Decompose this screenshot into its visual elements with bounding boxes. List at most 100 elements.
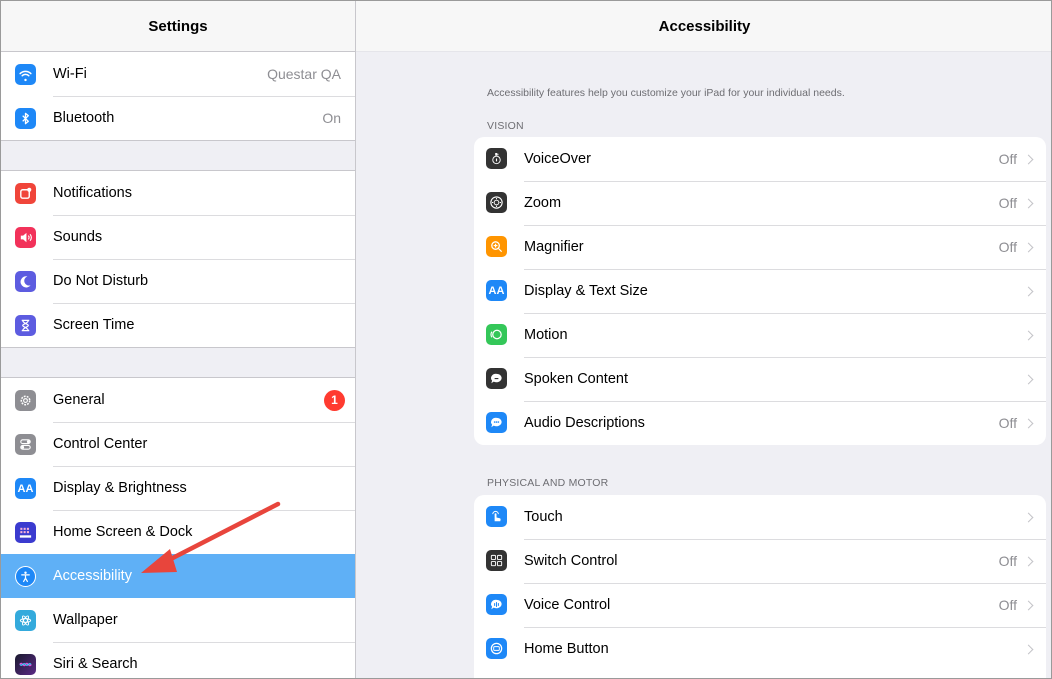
audio-description-icon	[486, 412, 507, 433]
physical-motor-settings-group: Touch Switch Control Off Voice Control O…	[474, 495, 1046, 678]
row-value: Off	[999, 415, 1034, 431]
bluetooth-status-value: On	[322, 110, 341, 126]
sidebar-item-label: Wallpaper	[53, 612, 118, 628]
gear-icon	[15, 390, 36, 411]
sidebar-group-system: General 1 Control Center AA Display & Br…	[1, 377, 355, 678]
sidebar-item-screen-time[interactable]: Screen Time	[1, 303, 355, 347]
row-value: Off	[999, 195, 1034, 211]
row-label: Spoken Content	[524, 371, 628, 387]
row-voiceover[interactable]: VoiceOver Off	[474, 137, 1046, 181]
page-description: Accessibility features help you customiz…	[487, 87, 845, 99]
row-touch[interactable]: Touch	[474, 495, 1046, 539]
vision-settings-group: VoiceOver Off Zoom Off Magnifier Off AA …	[474, 137, 1046, 445]
sidebar-item-general[interactable]: General 1	[1, 378, 355, 422]
row-audio-descriptions[interactable]: Audio Descriptions Off	[474, 401, 1046, 445]
row-label: Magnifier	[524, 239, 584, 255]
sidebar-item-accessibility[interactable]: Accessibility	[1, 554, 355, 598]
row-value	[1017, 286, 1034, 296]
chevron-right-icon	[1023, 512, 1034, 522]
row-label: Touch	[524, 509, 563, 525]
row-zoom[interactable]: Zoom Off	[474, 181, 1046, 225]
sidebar-item-label: Control Center	[53, 436, 148, 452]
row-magnifier[interactable]: Magnifier Off	[474, 225, 1046, 269]
sidebar-group-connectivity: Wi-Fi Questar QA Bluetooth On	[1, 52, 355, 141]
sidebar-item-label: General	[53, 392, 105, 408]
toggles-icon	[15, 434, 36, 455]
row-switch-control[interactable]: Switch Control Off	[474, 539, 1046, 583]
chevron-right-icon	[1023, 154, 1034, 164]
wifi-icon	[15, 64, 36, 85]
sidebar-item-label: Siri & Search	[53, 656, 138, 672]
row-value	[1017, 512, 1034, 522]
speech-bubble-icon	[486, 368, 507, 389]
sidebar-item-siri-search[interactable]: Siri & Search	[1, 642, 355, 678]
row-label: Zoom	[524, 195, 562, 211]
sidebar-item-wifi[interactable]: Wi-Fi Questar QA	[1, 52, 355, 96]
chevron-right-icon	[1023, 644, 1034, 654]
grid-icon	[15, 522, 36, 543]
sounds-icon	[15, 227, 36, 248]
motion-icon	[486, 324, 507, 345]
section-title-vision: VISION	[487, 120, 524, 132]
sidebar-item-label: Screen Time	[53, 317, 135, 333]
sidebar-item-sounds[interactable]: Sounds	[1, 215, 355, 259]
row-value: Off	[999, 151, 1034, 167]
notification-badge: 1	[324, 389, 345, 411]
moon-icon	[15, 271, 36, 292]
sidebar-item-home-screen-dock[interactable]: Home Screen & Dock	[1, 510, 355, 554]
hourglass-icon	[15, 315, 36, 336]
sidebar-item-display-brightness[interactable]: AA Display & Brightness	[1, 466, 355, 510]
page-title: Accessibility	[356, 1, 1051, 52]
row-home-button[interactable]: Home Button	[474, 627, 1046, 671]
sidebar-item-label: Home Screen & Dock	[53, 524, 193, 540]
sidebar-item-do-not-disturb[interactable]: Do Not Disturb	[1, 259, 355, 303]
sidebar-title: Settings	[1, 1, 355, 52]
section-title-physical-motor: PHYSICAL AND MOTOR	[487, 477, 609, 489]
row-voice-control[interactable]: Voice Control Off	[474, 583, 1046, 627]
notifications-icon	[15, 183, 36, 204]
accessibility-pane: Accessibility Accessibility features hel…	[356, 1, 1051, 678]
chevron-right-icon	[1023, 418, 1034, 428]
row-spoken-content[interactable]: Spoken Content	[474, 357, 1046, 401]
row-label: Switch Control	[524, 553, 618, 569]
row-value: Off	[999, 553, 1034, 569]
row-label: Audio Descriptions	[524, 415, 645, 431]
accessibility-icon	[15, 566, 36, 587]
siri-icon	[15, 654, 36, 675]
sidebar-item-label: Sounds	[53, 229, 103, 245]
zoom-icon	[486, 192, 507, 213]
row-motion[interactable]: Motion	[474, 313, 1046, 357]
row-label: VoiceOver	[524, 151, 591, 167]
voice-control-icon	[486, 594, 507, 615]
row-value	[1017, 644, 1034, 654]
sidebar-item-label: Display & Brightness	[53, 480, 187, 496]
sidebar-item-control-center[interactable]: Control Center	[1, 422, 355, 466]
sidebar-item-label: Accessibility	[53, 568, 132, 584]
chevron-right-icon	[1023, 330, 1034, 340]
switch-control-icon	[486, 550, 507, 571]
chevron-right-icon	[1023, 556, 1034, 566]
bluetooth-icon	[15, 108, 36, 129]
chevron-right-icon	[1023, 374, 1034, 384]
hand-touch-icon	[486, 506, 507, 527]
row-display-text-size[interactable]: AA Display & Text Size	[474, 269, 1046, 313]
row-value: Off	[999, 597, 1034, 613]
display-aa-icon: AA	[15, 478, 36, 499]
sidebar-item-wallpaper[interactable]: Wallpaper	[1, 598, 355, 642]
wifi-network-value: Questar QA	[267, 66, 341, 82]
chevron-right-icon	[1023, 600, 1034, 610]
chevron-right-icon	[1023, 242, 1034, 252]
row-value: Off	[999, 239, 1034, 255]
chevron-right-icon	[1023, 198, 1034, 208]
chevron-right-icon	[1023, 286, 1034, 296]
magnifier-icon	[486, 236, 507, 257]
row-label: Motion	[524, 327, 568, 343]
voiceover-icon	[486, 148, 507, 169]
row-label: Voice Control	[524, 597, 611, 613]
settings-sidebar: Settings Wi-Fi Questar QA Bluetooth On N…	[1, 1, 356, 678]
row-value	[1017, 330, 1034, 340]
sidebar-group-notifications: Notifications Sounds Do Not Disturb Scre…	[1, 170, 355, 348]
sidebar-item-notifications[interactable]: Notifications	[1, 171, 355, 215]
settings-window: Settings Wi-Fi Questar QA Bluetooth On N…	[0, 0, 1052, 679]
sidebar-item-bluetooth[interactable]: Bluetooth On	[1, 96, 355, 140]
